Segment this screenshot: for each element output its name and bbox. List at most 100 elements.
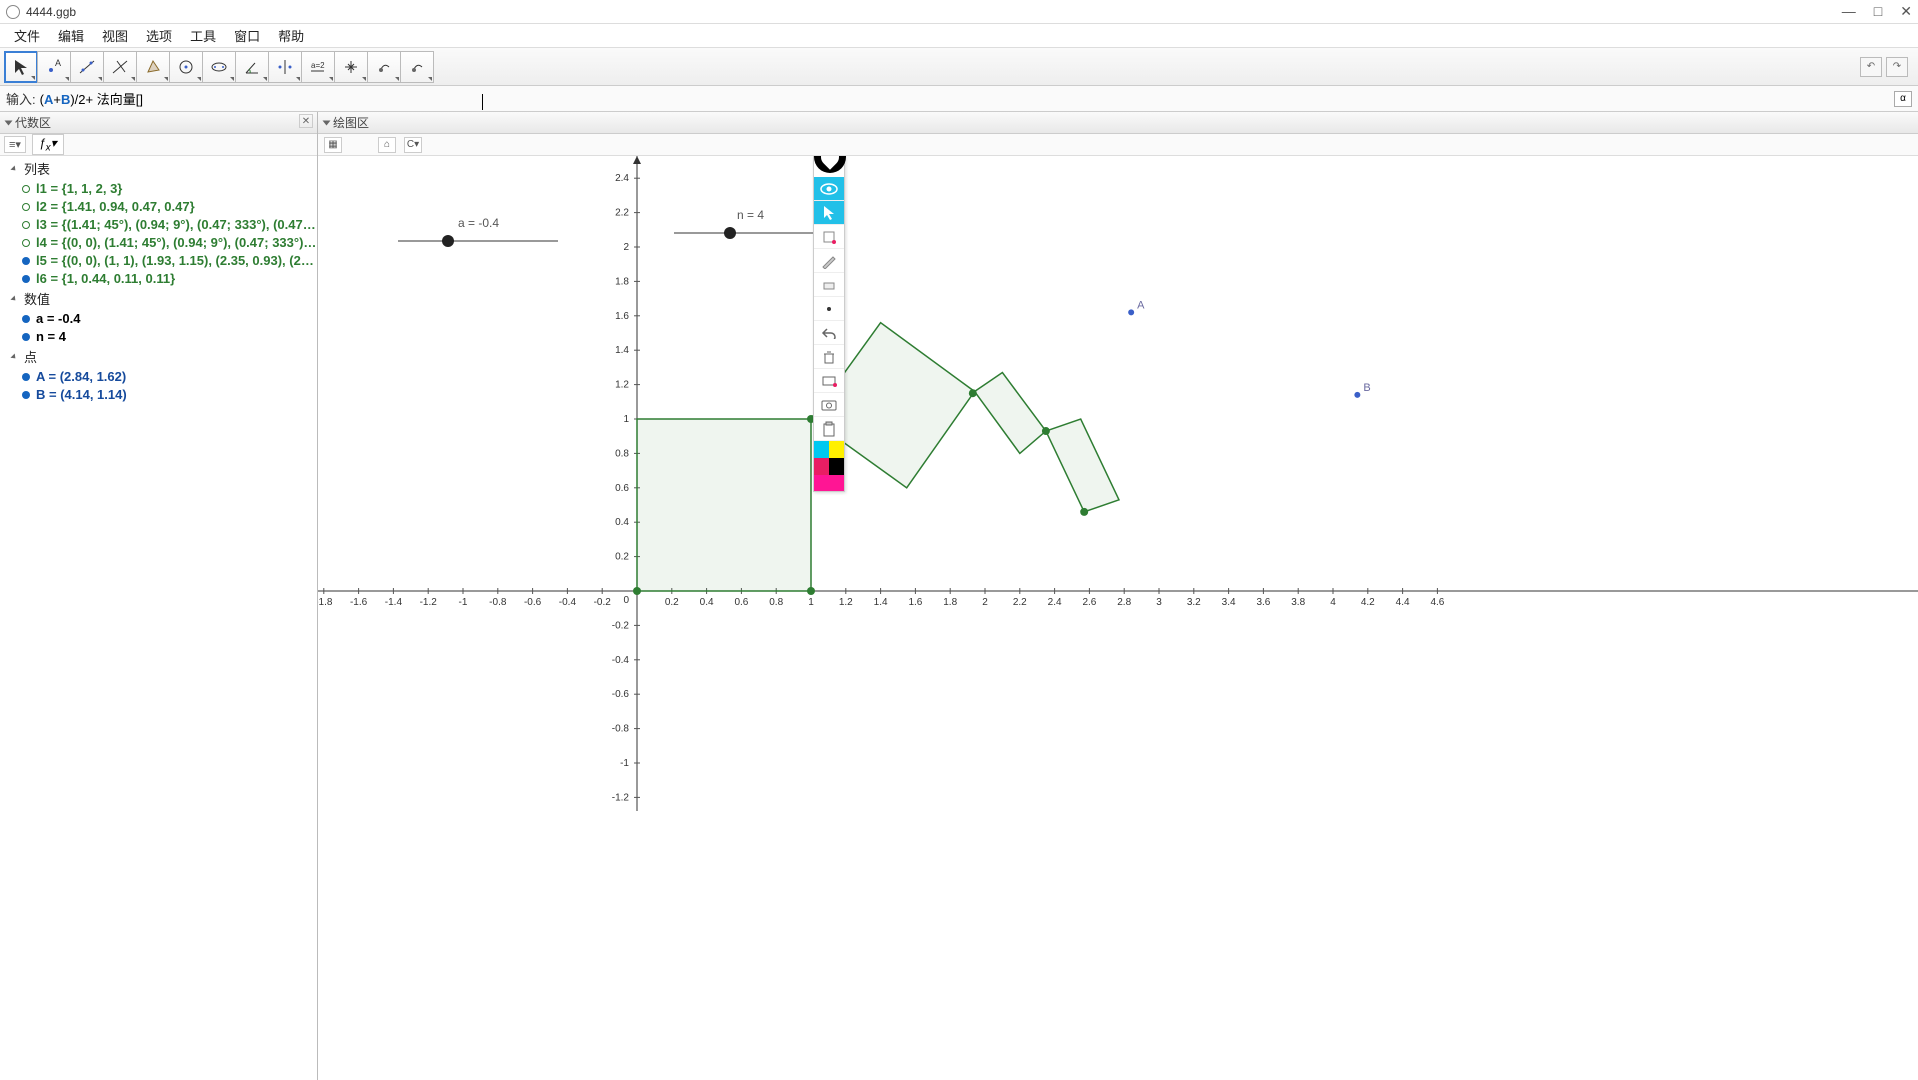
tree-item[interactable]: B = (4.14, 1.14): [10, 386, 317, 404]
algebra-fx[interactable]: ƒx▾: [32, 134, 64, 155]
tool-conic[interactable]: [202, 51, 236, 83]
tree-item[interactable]: l1 = {1, 1, 2, 3}: [10, 180, 317, 198]
stylus-pen1[interactable]: [814, 225, 844, 249]
svg-text:0.2: 0.2: [615, 552, 629, 563]
tool-movegraphics[interactable]: [367, 51, 401, 83]
tool-reflect[interactable]: [268, 51, 302, 83]
tree-section[interactable]: 列表: [10, 160, 317, 180]
stylus-pen2[interactable]: [814, 249, 844, 273]
svg-text:4.2: 4.2: [1361, 597, 1375, 608]
svg-text:2.6: 2.6: [1082, 597, 1096, 608]
svg-text:1.2: 1.2: [839, 597, 853, 608]
svg-text:a = -0.4: a = -0.4: [458, 216, 499, 230]
tree-item[interactable]: l5 = {(0, 0), (1, 1), (1.93, 1.15), (2.3…: [10, 252, 317, 270]
stylus-camera[interactable]: [814, 393, 844, 417]
tool-move[interactable]: [4, 51, 38, 83]
tree-section[interactable]: 点: [10, 348, 317, 368]
tool-polygon[interactable]: [136, 51, 170, 83]
tree-item[interactable]: l3 = {(1.41; 45°), (0.94; 9°), (0.47; 33…: [10, 216, 317, 234]
menu-view[interactable]: 视图: [94, 24, 136, 47]
svg-text:0.8: 0.8: [769, 597, 783, 608]
text-cursor: [482, 94, 483, 110]
graphics-grid[interactable]: ▦: [324, 137, 342, 153]
svg-text:4.4: 4.4: [1396, 597, 1410, 608]
svg-text:1: 1: [623, 414, 629, 425]
tool-circle[interactable]: [169, 51, 203, 83]
svg-text:A: A: [55, 58, 61, 68]
algebra-panel-header[interactable]: 代数区 ✕: [0, 112, 317, 134]
stylus-colors[interactable]: [814, 441, 844, 475]
svg-text:2: 2: [982, 597, 988, 608]
graphics-panel-header[interactable]: 绘图区: [318, 112, 1918, 134]
tool-custom[interactable]: [400, 51, 434, 83]
tool-perpendicular[interactable]: [103, 51, 137, 83]
algebra-sort[interactable]: ≡▾: [4, 136, 26, 153]
menu-edit[interactable]: 编辑: [50, 24, 92, 47]
svg-text:3.2: 3.2: [1187, 597, 1201, 608]
svg-text:2.2: 2.2: [1013, 597, 1027, 608]
input-field[interactable]: (A+B)/2+ 法向量[]: [40, 89, 1894, 108]
window-maximize[interactable]: □: [1874, 3, 1882, 20]
menu-tools[interactable]: 工具: [182, 24, 224, 47]
toolbar-redo[interactable]: ↷: [1886, 57, 1908, 77]
stylus-toolbar: [813, 156, 845, 492]
menu-help[interactable]: 帮助: [270, 24, 312, 47]
svg-text:0: 0: [623, 595, 629, 606]
tree-item[interactable]: a = -0.4: [10, 310, 317, 328]
svg-text:0.2: 0.2: [665, 597, 679, 608]
svg-text:B: B: [1363, 382, 1370, 394]
svg-text:-1.2: -1.2: [420, 597, 438, 608]
stylus-erase[interactable]: [814, 273, 844, 297]
menu-options[interactable]: 选项: [138, 24, 180, 47]
svg-text:-0.4: -0.4: [612, 655, 630, 666]
svg-text:-0.8: -0.8: [612, 724, 630, 735]
stylus-undo[interactable]: [814, 321, 844, 345]
tree-section[interactable]: 数值: [10, 290, 317, 310]
app-icon: [6, 5, 20, 19]
svg-text:-1: -1: [620, 758, 629, 769]
window-close[interactable]: ✕: [1900, 3, 1912, 20]
tool-point[interactable]: A: [37, 51, 71, 83]
svg-text:2.4: 2.4: [615, 173, 629, 184]
toolbar-undo[interactable]: ↶: [1860, 57, 1882, 77]
stylus-pointer[interactable]: [814, 201, 844, 225]
algebra-close[interactable]: ✕: [299, 114, 313, 128]
tool-text[interactable]: a=2: [301, 51, 335, 83]
window-minimize[interactable]: —: [1842, 3, 1856, 20]
graphics-canvas[interactable]: -1.8-1.6-1.4-1.2-1-0.8-0.6-0.4-0.20.20.4…: [318, 156, 1918, 1080]
tool-angle[interactable]: [235, 51, 269, 83]
stylus-visibility[interactable]: [814, 177, 844, 201]
tree-item[interactable]: A = (2.84, 1.62): [10, 368, 317, 386]
menu-file[interactable]: 文件: [6, 24, 48, 47]
tool-slider[interactable]: [334, 51, 368, 83]
svg-text:0.8: 0.8: [615, 448, 629, 459]
svg-text:1.8: 1.8: [615, 276, 629, 287]
tool-line[interactable]: [70, 51, 104, 83]
tree-item[interactable]: l2 = {1.41, 0.94, 0.47, 0.47}: [10, 198, 317, 216]
stylus-dot[interactable]: [814, 297, 844, 321]
tree-item[interactable]: n = 4: [10, 328, 317, 346]
stylus-clipboard[interactable]: [814, 417, 844, 441]
pen-head-icon[interactable]: [814, 156, 846, 173]
svg-text:-0.2: -0.2: [594, 597, 612, 608]
svg-text:1.6: 1.6: [615, 311, 629, 322]
svg-text:2.4: 2.4: [1048, 597, 1062, 608]
menubar: 文件 编辑 视图 选项 工具 窗口 帮助: [0, 24, 1918, 48]
svg-text:a=2: a=2: [311, 61, 325, 70]
stylus-color-pink[interactable]: [814, 475, 844, 491]
input-symbol-picker[interactable]: α: [1894, 91, 1912, 107]
tree-item[interactable]: l6 = {1, 0.44, 0.11, 0.11}: [10, 270, 317, 288]
algebra-tree: 列表l1 = {1, 1, 2, 3}l2 = {1.41, 0.94, 0.4…: [0, 156, 317, 1080]
svg-text:-1.2: -1.2: [612, 792, 630, 803]
menu-window[interactable]: 窗口: [226, 24, 268, 47]
stylus-project[interactable]: [814, 369, 844, 393]
svg-text:0.4: 0.4: [700, 597, 714, 608]
svg-text:-0.2: -0.2: [612, 620, 630, 631]
graphics-home[interactable]: ⌂: [378, 137, 396, 153]
svg-text:-0.6: -0.6: [524, 597, 542, 608]
svg-text:3.8: 3.8: [1291, 597, 1305, 608]
tree-item[interactable]: l4 = {(0, 0), (1.41; 45°), (0.94; 9°), (…: [10, 234, 317, 252]
svg-text:1.8: 1.8: [943, 597, 957, 608]
stylus-delete[interactable]: [814, 345, 844, 369]
graphics-refresh[interactable]: C▾: [404, 137, 422, 153]
